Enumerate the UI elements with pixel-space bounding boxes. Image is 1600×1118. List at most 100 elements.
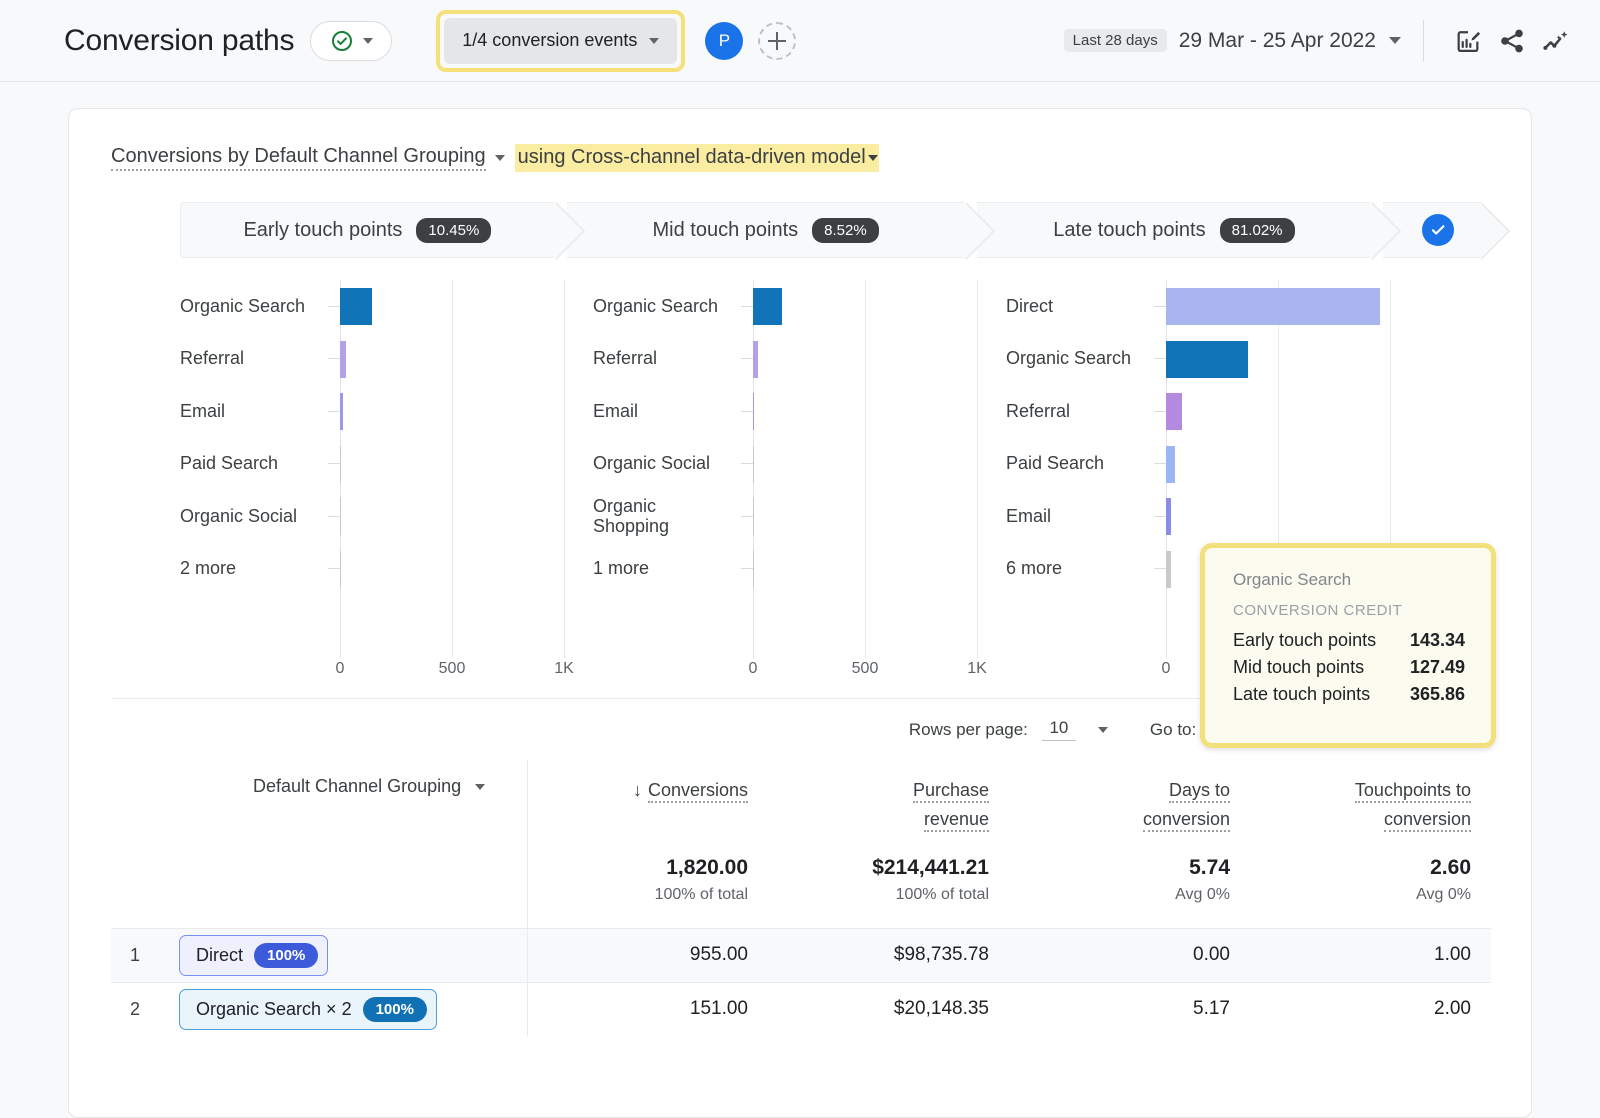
chart-row[interactable]: Referral — [180, 333, 593, 386]
totals-revenue-sub: 100% of total — [768, 880, 1009, 929]
conversion-events-highlight: 1/4 conversion events — [436, 10, 685, 72]
tooltip-row-label: Early touch points — [1233, 630, 1376, 651]
table-header-days-to-conversion[interactable]: Days to conversion — [1009, 760, 1250, 834]
chart-row[interactable]: Referral — [1006, 385, 1419, 438]
axis-tick: 0 — [336, 660, 345, 678]
tick-dash-icon — [328, 568, 340, 569]
chart-row-label: Paid Search — [180, 453, 328, 474]
edit-chart-icon[interactable] — [1446, 19, 1490, 63]
chevron-down-icon[interactable] — [1389, 37, 1401, 44]
chart-row[interactable]: Email — [180, 385, 593, 438]
chevron-down-icon[interactable] — [1098, 727, 1108, 733]
chart-row-label: Email — [1006, 506, 1154, 527]
chart-bar[interactable] — [753, 446, 754, 483]
chevron-down-icon[interactable] — [495, 155, 505, 161]
chart-row-label: Email — [593, 401, 741, 422]
path-chip-badge: 100% — [363, 997, 427, 1022]
chart-bar-track — [340, 543, 593, 596]
chart-bar-track — [1166, 280, 1419, 333]
chart-row-label: Referral — [1006, 401, 1154, 422]
chart-row[interactable]: Paid Search — [1006, 438, 1419, 491]
chart-bar[interactable] — [340, 446, 341, 483]
date-range-badge: Last 28 days — [1064, 29, 1167, 52]
chart-row[interactable]: 1 more — [593, 543, 1006, 596]
tick-dash-icon — [328, 306, 340, 307]
chart-row[interactable]: Email — [593, 385, 1006, 438]
chart-bar[interactable] — [1166, 446, 1175, 483]
chart-rows: Organic Search Referral Email Organic So… — [593, 280, 1006, 595]
chart-bar-track — [753, 333, 1006, 386]
chart-row[interactable]: Email — [1006, 490, 1419, 543]
dimension-title[interactable]: Conversions by Default Channel Grouping — [111, 145, 486, 171]
chart-bar[interactable] — [1166, 288, 1380, 325]
table-header-dimension[interactable]: Default Channel Grouping — [159, 760, 527, 834]
funnel-step-mid[interactable]: Mid touch points 8.52% — [567, 202, 966, 258]
chart-bar[interactable] — [1166, 551, 1171, 588]
chart-bar-track — [1166, 333, 1419, 386]
chart-bar-track — [340, 333, 593, 386]
chart-row[interactable]: Paid Search — [180, 438, 593, 491]
chart-row[interactable]: Organic Social — [180, 490, 593, 543]
axis-tick: 0 — [1162, 660, 1171, 678]
chevron-down-icon — [475, 784, 485, 790]
funnel-step-label: Early touch points — [243, 219, 402, 242]
chart-row[interactable]: Organic Search — [593, 280, 1006, 333]
status-selector[interactable] — [310, 21, 392, 61]
table-header-purchase-revenue[interactable]: Purchase revenue — [768, 760, 1009, 834]
table-row[interactable]: 1 Direct 100% 955.00 $98,735.78 0.00 1.0… — [111, 928, 1491, 982]
path-chip[interactable]: Direct 100% — [179, 935, 328, 976]
axis-tick: 0 — [749, 660, 758, 678]
funnel-step-value: 81.02% — [1220, 218, 1295, 243]
chart-bar[interactable] — [753, 393, 754, 430]
chart-bar[interactable] — [753, 551, 754, 588]
attribution-model-label: using Cross-channel data-driven model — [518, 146, 866, 169]
path-chip-badge: 100% — [254, 943, 318, 968]
funnel-step-early[interactable]: Early touch points 10.45% — [180, 202, 555, 258]
chart-row[interactable]: Organic Search — [180, 280, 593, 333]
card-title: Conversions by Default Channel Grouping … — [69, 109, 1531, 172]
share-icon[interactable] — [1490, 19, 1534, 63]
totals-touchpoints: 2.60 — [1250, 834, 1491, 880]
chart-bar-track — [340, 438, 593, 491]
chart-bar[interactable] — [753, 498, 754, 535]
row-index: 2 — [111, 982, 159, 1036]
chart-bar[interactable] — [1166, 498, 1171, 535]
touchpoint-funnel: Early touch points 10.45% Mid touch poin… — [180, 202, 1492, 258]
green-check-circle-icon — [330, 29, 354, 53]
table-header-index — [111, 760, 159, 834]
row-touchpoints: 1.00 — [1250, 928, 1491, 982]
table-row[interactable]: 2 Organic Search × 2 100% 151.00 $20,148… — [111, 982, 1491, 1036]
chart-row[interactable]: Organic Social — [593, 438, 1006, 491]
insights-icon[interactable] — [1534, 19, 1578, 63]
table-totals-subrow: 100% of total 100% of total Avg 0% Avg 0… — [111, 880, 1491, 929]
rows-per-page-value[interactable]: 10 — [1042, 718, 1076, 741]
path-chip[interactable]: Organic Search × 2 100% — [179, 989, 437, 1030]
chart-bar[interactable] — [340, 341, 346, 378]
chart-bar[interactable] — [340, 393, 343, 430]
chart-bar[interactable] — [340, 551, 341, 588]
chart-row[interactable]: 2 more — [180, 543, 593, 596]
chart-bar[interactable] — [340, 498, 341, 535]
avatar[interactable]: P — [705, 22, 743, 60]
add-comparison-button[interactable] — [758, 22, 796, 60]
conversion-events-selector[interactable]: 1/4 conversion events — [444, 18, 677, 64]
chart-row[interactable]: Organic Shopping — [593, 490, 1006, 543]
chart-row[interactable]: Direct — [1006, 280, 1419, 333]
chart-row[interactable]: Organic Search — [1006, 333, 1419, 386]
chart-bar[interactable] — [753, 288, 782, 325]
table-header-conversions[interactable]: ↓Conversions — [527, 760, 768, 834]
chart-bar[interactable] — [1166, 393, 1182, 430]
chart-x-axis: 0 500 1K — [180, 660, 593, 686]
chart-bar[interactable] — [1166, 341, 1248, 378]
attribution-model-selector[interactable]: using Cross-channel data-driven model — [515, 144, 879, 172]
divider — [1423, 20, 1424, 62]
chart-bar-track — [1166, 438, 1419, 491]
tick-dash-icon — [741, 358, 753, 359]
table-header-touchpoints-to-conversion[interactable]: Touchpoints to conversion — [1250, 760, 1491, 834]
tick-dash-icon — [1154, 358, 1166, 359]
chart-row[interactable]: Referral — [593, 333, 1006, 386]
chart-bar[interactable] — [340, 288, 372, 325]
chart-bar[interactable] — [753, 341, 758, 378]
chart-mid-touch-points: Organic Search Referral Email Organic So… — [593, 280, 1006, 680]
funnel-step-late[interactable]: Late touch points 81.02% — [977, 202, 1371, 258]
